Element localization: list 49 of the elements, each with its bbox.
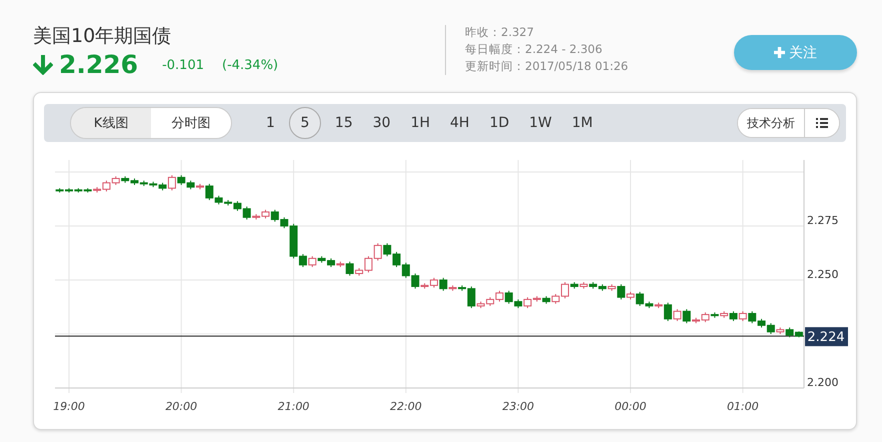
candle (186, 180, 195, 190)
period-button[interactable]: 1W (529, 107, 552, 139)
analysis-button[interactable]: 技术分析 (738, 109, 805, 137)
stat-line: 昨收：2.327 (465, 24, 535, 41)
plus-icon (774, 47, 785, 58)
stat-line: 每日幅度：2.224 - 2.306 (465, 41, 604, 58)
candle (748, 310, 756, 324)
period-button[interactable]: 1D (489, 107, 510, 139)
chart-type-tab[interactable]: K线图 (71, 108, 151, 138)
axis-label: 00:00 (614, 400, 646, 413)
candle (374, 242, 382, 262)
axis-label: 21:00 (278, 400, 310, 413)
candle (383, 242, 392, 257)
chart-type-tab[interactable]: 分时图 (151, 108, 231, 138)
period-button[interactable]: 5 (288, 107, 321, 139)
candle (504, 290, 513, 304)
candle (112, 176, 120, 186)
axis-label: 01:00 (726, 400, 759, 413)
axis-label: 23:00 (502, 400, 534, 413)
candle (758, 318, 766, 328)
axis-label: 2.275 (807, 214, 838, 227)
period-button[interactable]: 1H (410, 107, 430, 139)
period-button[interactable]: 4H (450, 107, 470, 139)
axis-label: 19:00 (53, 400, 85, 413)
axis-label: 2.250 (807, 268, 838, 281)
candle (392, 251, 401, 268)
candle (262, 209, 270, 219)
axis-label: 22:00 (390, 400, 422, 413)
stat-line: 更新时间：2017/05/18 01:26 (465, 58, 628, 75)
price-change-percent: (-4.34%) (222, 58, 278, 72)
list-icon (816, 118, 828, 128)
price-change: -0.101 (162, 58, 204, 72)
candle (270, 209, 279, 222)
candle (514, 298, 522, 309)
candle (738, 310, 747, 322)
period-button[interactable]: 1M (572, 107, 593, 139)
candle (495, 290, 504, 302)
axis-label: 20:00 (165, 400, 198, 413)
instrument-title: 美国10年期国债 (33, 24, 172, 48)
candle (542, 296, 550, 304)
axis-label: 2.200 (807, 376, 838, 389)
current-price-label: 2.224 (805, 327, 848, 346)
candle (486, 296, 494, 306)
price: 2.226 (59, 50, 138, 80)
period-button[interactable]: 30 (372, 107, 391, 139)
ref-line-label: 2.224 (807, 330, 845, 346)
period-button[interactable]: 15 (334, 107, 353, 139)
candle (402, 262, 410, 278)
period-button[interactable]: 1 (266, 107, 275, 139)
